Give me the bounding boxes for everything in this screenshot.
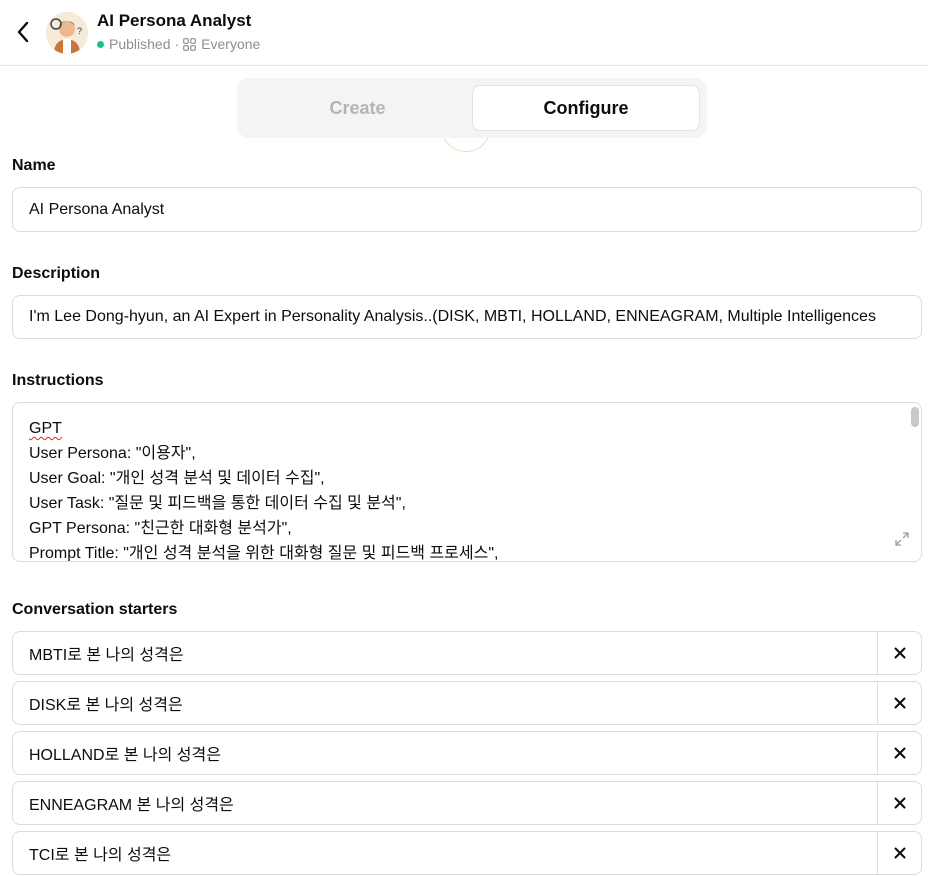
starter-input[interactable]: ENNEAGRAM 본 나의 성격은 xyxy=(13,782,877,824)
status-text: Published xyxy=(109,36,171,52)
published-dot-icon xyxy=(97,40,104,48)
tab-configure[interactable]: Configure xyxy=(472,85,700,131)
description-value: I'm Lee Dong-hyun, an AI Expert in Perso… xyxy=(29,308,876,325)
gpt-title: AI Persona Analyst xyxy=(97,11,252,30)
instruction-line: User Task: "질문 및 피드백을 통한 데이터 수집 및 분석", xyxy=(29,495,406,512)
instructions-textarea[interactable]: GPT User Persona: "이용자", User Goal: "개인 성격… xyxy=(12,402,922,562)
starter-row: TCI로 본 나의 성격은 xyxy=(12,831,922,875)
close-icon xyxy=(894,847,905,859)
remove-starter-button[interactable] xyxy=(877,632,921,674)
name-input[interactable]: AI Persona Analyst xyxy=(12,187,922,232)
close-icon xyxy=(894,697,905,709)
remove-starter-button[interactable] xyxy=(877,682,921,724)
avatar: ? xyxy=(46,12,88,54)
instructions-label: Instructions xyxy=(12,372,104,389)
instruction-line: GPT xyxy=(29,420,62,437)
instruction-line: GPT Persona: "친근한 대화형 분석가", xyxy=(29,520,292,537)
instruction-line: Prompt Title: "개인 성격 분석을 위한 대화형 질문 및 피드백… xyxy=(29,545,499,562)
persona-avatar-icon: ? xyxy=(46,12,88,54)
close-icon xyxy=(894,647,905,659)
separator: · xyxy=(174,36,180,52)
starter-input[interactable]: MBTI로 본 나의 성격은 xyxy=(13,632,877,674)
visibility-text: Everyone xyxy=(201,36,261,52)
header: ? AI Persona Analyst Published · Everyon… xyxy=(0,0,928,66)
description-input[interactable]: I'm Lee Dong-hyun, an AI Expert in Perso… xyxy=(12,295,922,339)
expand-icon[interactable] xyxy=(895,532,909,551)
starter-input[interactable]: HOLLAND로 본 나의 성격은 xyxy=(13,732,877,774)
close-icon xyxy=(894,747,905,759)
status-row: Published · Everyone xyxy=(97,36,260,52)
back-button[interactable] xyxy=(10,18,36,46)
remove-starter-button[interactable] xyxy=(877,732,921,774)
starter-input[interactable]: TCI로 본 나의 성격은 xyxy=(13,832,877,874)
chevron-left-icon xyxy=(17,21,29,43)
instruction-line: User Persona: "이용자", xyxy=(29,445,196,462)
remove-starter-button[interactable] xyxy=(877,782,921,824)
starter-row: DISK로 본 나의 성격은 xyxy=(12,681,922,725)
name-label: Name xyxy=(12,157,56,174)
starter-row: MBTI로 본 나의 성격은 xyxy=(12,631,922,675)
starter-row: HOLLAND로 본 나의 성격은 xyxy=(12,731,922,775)
tab-create[interactable]: Create xyxy=(245,86,470,131)
profile-image-edge xyxy=(441,138,493,154)
instruction-line: User Goal: "개인 성격 분석 및 데이터 수집", xyxy=(29,470,325,487)
name-value: AI Persona Analyst xyxy=(29,200,165,218)
close-icon xyxy=(894,797,905,809)
grid-icon xyxy=(183,37,197,51)
svg-text:?: ? xyxy=(77,26,82,36)
starter-input[interactable]: DISK로 본 나의 성격은 xyxy=(13,682,877,724)
remove-starter-button[interactable] xyxy=(877,832,921,874)
starter-row: ENNEAGRAM 본 나의 성격은 xyxy=(12,781,922,825)
instructions-text: GPT User Persona: "이용자", User Goal: "개인 성격… xyxy=(29,416,499,562)
scrollbar[interactable] xyxy=(911,407,919,427)
starters-label: Conversation starters xyxy=(12,601,178,618)
description-label: Description xyxy=(12,265,101,282)
